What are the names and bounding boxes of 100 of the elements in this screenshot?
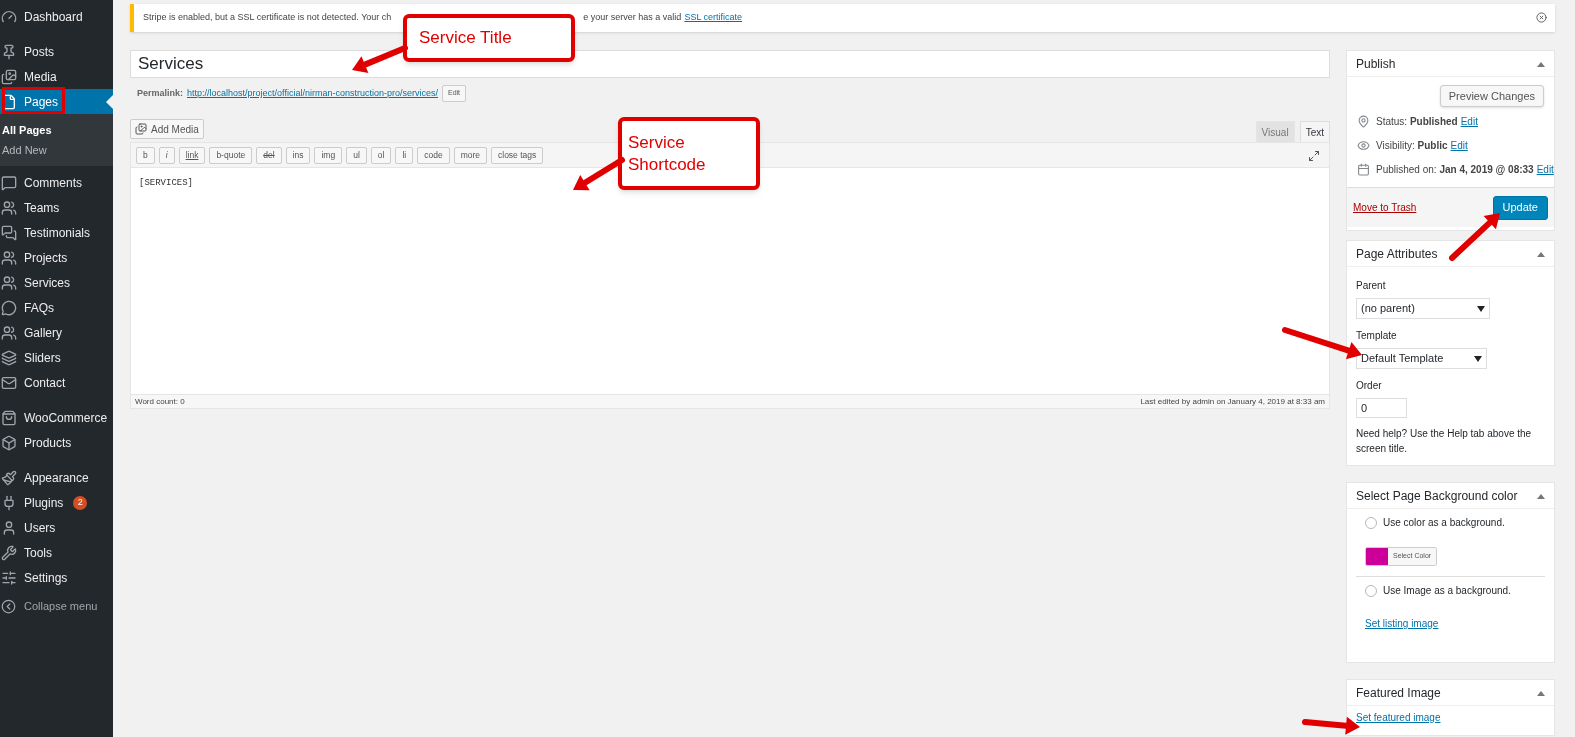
quicktag-button[interactable]: ul	[346, 146, 367, 164]
annotation-arrow	[573, 157, 625, 191]
edit-link[interactable]: Edit	[1450, 138, 1468, 153]
quicktag-button[interactable]: del	[256, 146, 282, 164]
sidebar-item[interactable]: Tools	[0, 540, 113, 565]
permalink-label: Permalink:	[137, 86, 184, 100]
radio-button[interactable]	[1365, 516, 1377, 529]
title-field[interactable]: Services	[130, 50, 1330, 78]
quicktag-button[interactable]: i	[158, 146, 175, 164]
field-label: Order	[1356, 379, 1383, 393]
submenu-item[interactable]: All Pages	[0, 120, 113, 140]
template-select[interactable]: Default Template	[1356, 348, 1487, 369]
quicktag-button[interactable]: img	[314, 146, 343, 164]
move-to-trash-link[interactable]: Move to Trash	[1353, 200, 1417, 215]
radio-button[interactable]	[1365, 584, 1377, 597]
fullscreen-icon[interactable]	[1308, 150, 1320, 162]
order-field[interactable]: 0	[1356, 398, 1407, 418]
collapse-menu-button[interactable]: Collapse menu	[0, 594, 113, 619]
people-icon	[1, 274, 17, 291]
plug-icon	[1, 494, 17, 511]
sidebar-item[interactable]: Contact	[0, 370, 113, 395]
box-title: Featured Image	[1356, 685, 1441, 702]
update-button[interactable]: Update	[1492, 195, 1548, 220]
box-title: Publish	[1356, 56, 1396, 73]
sidebar-item[interactable]: Gallery	[0, 320, 113, 345]
annotation-arrow	[352, 45, 408, 73]
help-text: Need help? Use the Help tab above the screen title.	[1356, 427, 1533, 456]
pin-icon	[1, 43, 17, 60]
quicktag-button[interactable]: ins	[285, 146, 311, 164]
sidebar-item[interactable]: Media	[0, 64, 113, 89]
sidebar-item[interactable]: WooCommerce	[0, 405, 113, 430]
sidebar-item[interactable]: Teams	[0, 195, 113, 220]
radio-label: Use Image as a background.	[1383, 584, 1511, 598]
box-title: Page Attributes	[1356, 246, 1438, 263]
sidebar-item[interactable]: Users	[0, 515, 113, 540]
person-icon	[1, 519, 17, 536]
publish-detail: Status: Published	[1376, 115, 1458, 129]
sidebar-item[interactable]: Pages	[0, 89, 113, 114]
pin-icon	[1357, 115, 1370, 128]
set-listing-image-link[interactable]: Set listing image	[1365, 616, 1545, 631]
envelope-icon	[1, 374, 17, 391]
set-featured-image-link[interactable]: Set featured image	[1356, 710, 1554, 725]
wrench-icon	[1, 544, 17, 561]
add-media-button[interactable]: Add Media	[130, 119, 204, 139]
editor-tab[interactable]: Visual	[1255, 121, 1295, 142]
collapse-toggle-icon[interactable]	[1537, 61, 1545, 67]
edit-link[interactable]: Edit	[1536, 162, 1554, 177]
people-icon	[1, 249, 17, 266]
notice-text: Stripe is enabled, but a SSL certificate is not detected. Your ch	[143, 11, 392, 25]
images-icon	[1, 68, 17, 85]
quicktag-button[interactable]: link	[178, 146, 206, 164]
sidebar-item[interactable]: Appearance	[0, 465, 113, 490]
quicktag-button[interactable]: close tags	[491, 146, 544, 164]
sidebar-item[interactable]: Dashboard	[0, 4, 113, 29]
editor-tab[interactable]: Text	[1299, 121, 1330, 142]
box-icon	[1, 434, 17, 451]
annotation-callout: Service Title	[403, 14, 575, 62]
sidebar-item[interactable]: Testimonials	[0, 220, 113, 245]
radio-label: Use color as a background.	[1383, 516, 1505, 530]
publish-detail: Published on: Jan 4, 2019 @ 08:33	[1376, 163, 1534, 177]
preview-changes-button[interactable]: Preview Changes	[1439, 85, 1544, 107]
sidebar-item[interactable]: Posts	[0, 39, 113, 64]
quicktag-button[interactable]: more	[453, 146, 487, 164]
speech-bubble-icon	[1, 174, 17, 191]
sidebar-item[interactable]: Products	[0, 430, 113, 455]
bag-icon	[1, 409, 17, 426]
quicktag-button[interactable]: code	[417, 146, 450, 164]
permalink-link[interactable]: http://localhost/project/official/nirman-construction-pro/services/	[187, 86, 438, 101]
quicktag-button[interactable]: ol	[370, 146, 392, 164]
collapse-toggle-icon[interactable]	[1537, 690, 1545, 696]
field-label: Template	[1356, 329, 1398, 343]
speech-bubble-icon	[1, 299, 17, 316]
ssl-certificate-link[interactable]: SSL certificate	[684, 11, 743, 25]
update-count-badge: 2	[73, 495, 88, 510]
dropdown-arrow-icon	[1474, 355, 1482, 362]
submenu-item[interactable]: Add New	[0, 140, 113, 160]
speech-bubbles-icon	[1, 224, 17, 241]
sidebar-item[interactable]: FAQs	[0, 295, 113, 320]
sidebar-item[interactable]: Plugins 2	[0, 490, 113, 515]
sidebar-item[interactable]: Settings	[0, 565, 113, 590]
annotation-highlight-frame	[2, 87, 65, 114]
quicktag-button[interactable]: b	[136, 146, 155, 164]
publish-detail: Visibility: Public	[1376, 139, 1448, 153]
annotation-callout: Service Shortcode	[618, 117, 760, 190]
field-label: Parent	[1356, 279, 1387, 293]
quicktag-button[interactable]: li	[395, 146, 414, 164]
edit-link[interactable]: Edit	[1460, 114, 1478, 129]
layers-icon	[1, 349, 17, 366]
annotation-arrow	[1449, 213, 1500, 261]
sidebar-item[interactable]: Services	[0, 270, 113, 295]
collapse-toggle-icon[interactable]	[1537, 493, 1545, 499]
collapse-toggle-icon[interactable]	[1537, 251, 1545, 257]
close-icon[interactable]	[1536, 12, 1547, 23]
people-icon	[1, 199, 17, 216]
word-count: Word count: 0	[135, 395, 185, 408]
sidebar-item[interactable]: Sliders	[0, 345, 113, 370]
sidebar-item[interactable]: Comments	[0, 170, 113, 195]
quicktag-button[interactable]: b-quote	[209, 146, 253, 164]
sidebar-item[interactable]: Projects	[0, 245, 113, 270]
parent-select[interactable]: (no parent)	[1356, 298, 1490, 319]
